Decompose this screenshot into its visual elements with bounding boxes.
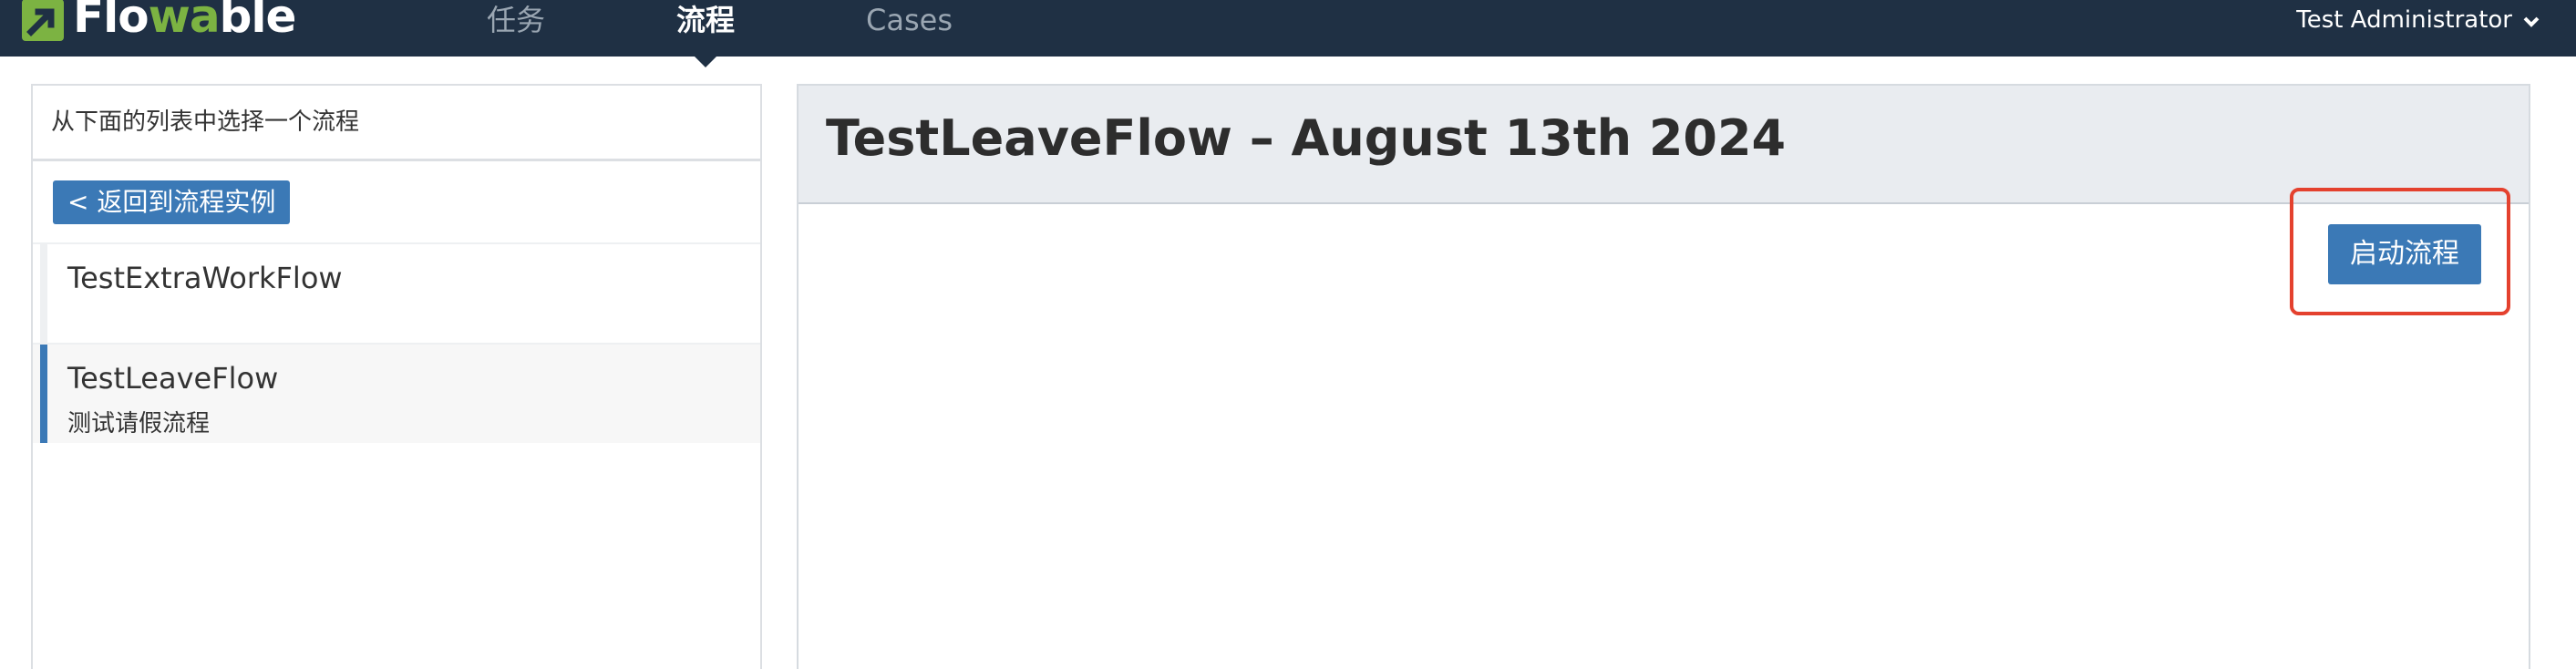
tab-cases[interactable]: Cases [866, 0, 953, 44]
back-to-instances-button[interactable]: < 返回到流程实例 [53, 180, 291, 224]
chevron-down-icon [2523, 0, 2540, 40]
tab-processes[interactable]: 流程 [676, 0, 735, 44]
process-list: TestExtraWorkFlow TestLeaveFlow 测试请假流程 [33, 242, 760, 443]
selection-bar [40, 345, 47, 443]
start-process-button[interactable]: 启动流程 [2328, 224, 2481, 284]
process-item-testleaveflow[interactable]: TestLeaveFlow 测试请假流程 [33, 343, 760, 443]
active-tab-caret [695, 57, 716, 67]
selection-bar [40, 244, 47, 343]
tab-tasks[interactable]: 任务 [487, 0, 545, 44]
process-name: TestLeaveFlow [67, 361, 279, 396]
user-menu[interactable]: Test Administrator [2296, 0, 2540, 40]
process-item-testextraworkflow[interactable]: TestExtraWorkFlow [33, 242, 760, 343]
process-description: 测试请假流程 [67, 410, 211, 437]
process-detail-header: TestLeaveFlow – August 13th 2024 [799, 86, 2529, 204]
logo-text: Flowable [73, 0, 296, 43]
process-list-header: 从下面的列表中选择一个流程 [33, 86, 760, 161]
process-list-panel: 从下面的列表中选择一个流程 < 返回到流程实例 TestExtraWorkFlo… [31, 84, 762, 669]
process-detail-panel: TestLeaveFlow – August 13th 2024 启动流程 [797, 84, 2530, 669]
process-name: TestExtraWorkFlow [67, 261, 343, 295]
flowable-logo[interactable]: Flowable [22, 0, 296, 44]
process-title: TestLeaveFlow – August 13th 2024 [826, 109, 1787, 167]
user-name: Test Administrator [2296, 6, 2512, 34]
top-navbar: Flowable 任务 流程 Cases Test Administrator [0, 0, 2576, 57]
flowable-logo-icon [22, 0, 64, 41]
